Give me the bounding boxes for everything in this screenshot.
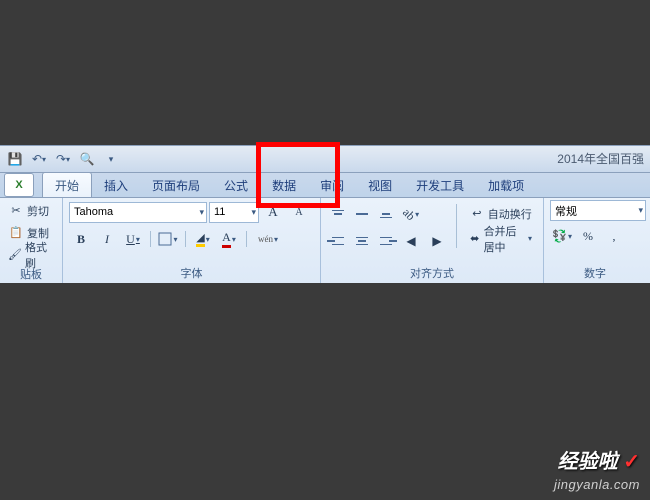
scissors-icon: ✂ (8, 203, 24, 219)
underline-button[interactable]: U (121, 227, 145, 251)
percent-button[interactable]: % (576, 224, 600, 248)
increase-indent-button[interactable]: ▶ (425, 229, 449, 253)
comma-button[interactable]: , (602, 224, 626, 248)
save-button[interactable]: 💾 (4, 148, 26, 170)
tab-home[interactable]: 开始 (42, 172, 92, 197)
comma-icon: , (613, 229, 616, 244)
border-icon (158, 232, 172, 246)
tab-review[interactable]: 审阅 (308, 173, 356, 197)
number-group-label: 数字 (550, 264, 640, 283)
orientation-icon: ab (399, 205, 418, 224)
merge-center-button[interactable]: ⬌ 合并后居中 (464, 227, 537, 250)
excel-window: 💾 ↶▾ ↷▾ 🔍 ▾ 2014年全国百强 X 开始 插入 页面布局 公式 数据… (0, 145, 650, 283)
document-title: 2014年全国百强 (557, 150, 644, 167)
increase-font-button[interactable]: A (261, 200, 285, 224)
font-name-select[interactable]: Tahoma (69, 202, 207, 223)
wrap-icon: ↩ (469, 206, 485, 222)
redo-button[interactable]: ↷▾ (52, 148, 74, 170)
number-group: 常规 💱 % , 数字 (544, 198, 646, 283)
font-color-button[interactable]: A (217, 227, 241, 251)
align-bottom-button[interactable] (375, 203, 397, 225)
merge-icon: ⬌ (469, 231, 481, 247)
phonetic-button[interactable]: wén (252, 227, 284, 251)
italic-button[interactable]: I (95, 227, 119, 251)
quick-access-toolbar: 💾 ↶▾ ↷▾ 🔍 ▾ 2014年全国百强 (0, 146, 650, 173)
tab-developer[interactable]: 开发工具 (404, 173, 476, 197)
align-center-button[interactable] (351, 230, 373, 252)
font-group-label: 字体 (69, 264, 314, 283)
accounting-format-button[interactable]: 💱 (550, 224, 574, 248)
decrease-font-button[interactable]: A (287, 200, 311, 224)
office-button[interactable]: X (4, 173, 34, 197)
cut-button[interactable]: ✂ 剪切 (6, 200, 56, 221)
tab-insert[interactable]: 插入 (92, 173, 140, 197)
bold-button[interactable]: B (69, 227, 93, 251)
indent-icon: ▶ (432, 234, 441, 249)
decrease-indent-button[interactable]: ◀ (399, 229, 423, 253)
align-right-button[interactable] (375, 230, 397, 252)
border-button[interactable] (156, 227, 180, 251)
alignment-group: ab ◀ ▶ ↩ 自动换行 (321, 198, 544, 283)
orientation-button[interactable]: ab (399, 202, 423, 226)
currency-icon: 💱 (552, 229, 567, 244)
format-painter-button[interactable]: 🖌 格式刷 (6, 244, 56, 265)
alignment-group-label: 对齐方式 (327, 264, 537, 283)
fill-color-button[interactable]: ◢ (191, 227, 215, 251)
font-size-select[interactable]: 11 (209, 202, 259, 223)
ribbon-tabs: X 开始 插入 页面布局 公式 数据 审阅 视图 开发工具 加载项 (0, 173, 650, 197)
clipboard-label: 贴板 (6, 265, 56, 284)
align-top-button[interactable] (327, 203, 349, 225)
align-middle-button[interactable] (351, 203, 373, 225)
tab-view[interactable]: 视图 (356, 173, 404, 197)
qat-customize[interactable]: ▾ (100, 148, 122, 170)
preview-button[interactable]: 🔍 (76, 148, 98, 170)
font-color-icon: A (222, 230, 231, 248)
tab-data[interactable]: 数据 (260, 173, 308, 197)
tab-formula[interactable]: 公式 (212, 173, 260, 197)
font-group: Tahoma 11 A A B I U ◢ (63, 198, 321, 283)
number-format-select[interactable]: 常规 (550, 200, 646, 221)
copy-icon: 📋 (8, 225, 24, 241)
clipboard-group: ✂ 剪切 📋 复制 🖌 格式刷 贴板 (0, 198, 63, 283)
watermark-logo: 经验啦 ✓ (558, 445, 640, 474)
undo-button[interactable]: ↶▾ (28, 148, 50, 170)
align-left-button[interactable] (327, 230, 349, 252)
watermark-url: jingyanla.com (554, 477, 640, 492)
tab-page-layout[interactable]: 页面布局 (140, 173, 212, 197)
ribbon: ✂ 剪切 📋 复制 🖌 格式刷 贴板 Tahoma 11 A (0, 197, 650, 283)
dedent-icon: ◀ (406, 234, 415, 249)
brush-icon: 🖌 (8, 247, 22, 263)
check-icon: ✓ (623, 451, 640, 473)
bucket-icon: ◢ (196, 231, 204, 247)
tab-addins[interactable]: 加载项 (476, 173, 536, 197)
